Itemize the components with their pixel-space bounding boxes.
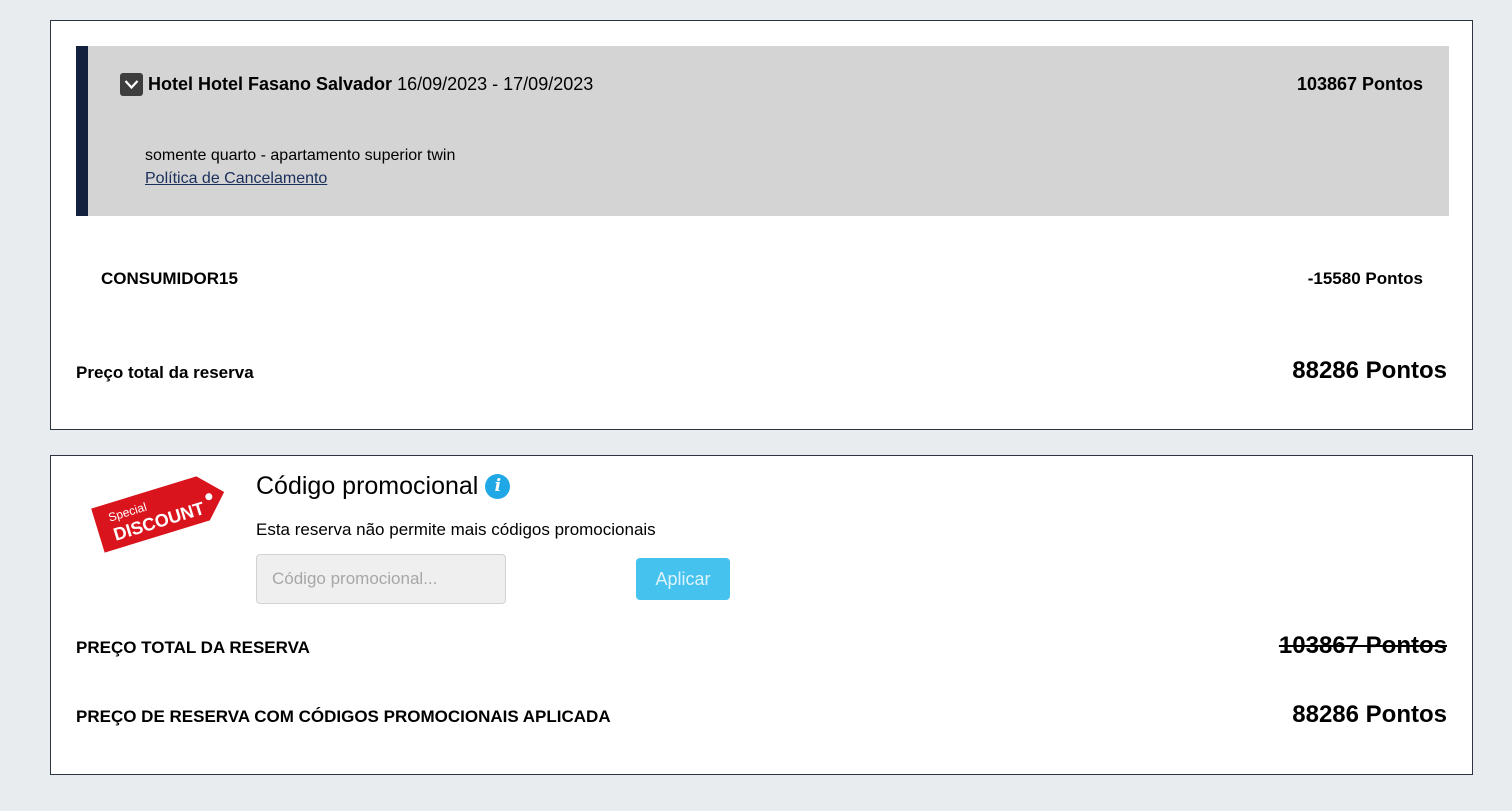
- special-discount-tag-icon: Special DISCOUNT: [87, 466, 237, 556]
- total-price-value: 88286 Pontos: [1292, 357, 1447, 384]
- promo-code-input[interactable]: [256, 554, 506, 604]
- discounted-price-label: PREÇO DE RESERVA COM CÓDIGOS PROMOCIONAI…: [76, 707, 611, 726]
- promo-note: Esta reserva não permite mais códigos pr…: [256, 520, 656, 539]
- hotel-booking-item: Hotel Hotel Fasano Salvador 16/09/2023 -…: [76, 46, 1449, 216]
- hotel-points: 103867 Pontos: [1296, 74, 1423, 94]
- apply-promo-button[interactable]: Aplicar: [636, 558, 730, 600]
- hotel-title: Hotel Hotel Fasano Salvador 16/09/2023 -…: [148, 73, 593, 95]
- coupon-code: CONSUMIDOR15: [101, 269, 238, 288]
- total-price-label-caps: PREÇO TOTAL DA RESERVA: [76, 638, 310, 657]
- promo-title: Código promocional i: [256, 471, 511, 501]
- discounted-price-value: 88286 Pontos: [1292, 701, 1447, 728]
- coupon-discount-points: -15580 Pontos: [1307, 269, 1423, 288]
- hotel-name: Hotel Hotel Fasano Salvador: [148, 74, 393, 94]
- collapse-toggle[interactable]: [120, 73, 143, 96]
- reservation-summary-panel: Hotel Hotel Fasano Salvador 16/09/2023 -…: [50, 20, 1473, 430]
- total-price-label: Preço total da reserva: [76, 363, 254, 382]
- cancellation-policy-link[interactable]: Política de Cancelamento: [145, 169, 327, 189]
- stay-dates: 16/09/2023 - 17/09/2023: [397, 74, 594, 94]
- room-description: somente quarto - apartamento superior tw…: [145, 147, 456, 164]
- original-total-value: 103867 Pontos: [1278, 632, 1447, 659]
- promo-title-text: Código promocional: [256, 472, 479, 500]
- info-icon[interactable]: i: [485, 473, 511, 499]
- promo-code-panel: Special DISCOUNT Código promocional i Es…: [50, 455, 1473, 775]
